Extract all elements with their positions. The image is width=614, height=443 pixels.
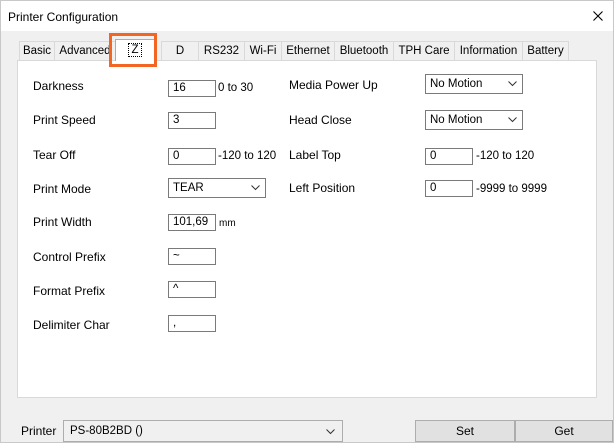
printer-select[interactable]: PS-80B2BD ()	[63, 420, 343, 442]
printer-select-value: PS-80B2BD ()	[70, 425, 143, 437]
close-icon	[593, 11, 603, 21]
head-close-label: Head Close	[289, 113, 352, 127]
tab-z[interactable]: Z	[115, 39, 155, 61]
tab-ethernet[interactable]: Ethernet	[281, 41, 335, 60]
darkness-label: Darkness	[33, 79, 84, 93]
tab-wifi[interactable]: Wi-Fi	[244, 41, 282, 60]
chevron-down-icon	[326, 429, 335, 435]
z-settings-panel: Darkness 16 0 to 30 Print Speed 3 Tear O…	[17, 60, 597, 398]
tab-rs232[interactable]: RS232	[198, 41, 245, 60]
label-top-range-hint: -120 to 120	[476, 150, 535, 162]
tab-bluetooth[interactable]: Bluetooth	[334, 41, 394, 60]
chevron-down-icon	[508, 117, 517, 123]
tab-basic[interactable]: Basic	[19, 41, 55, 60]
tab-d[interactable]: D	[161, 41, 199, 60]
format-prefix-field[interactable]: ^	[168, 281, 216, 298]
window-title: Printer Configuration	[8, 10, 119, 24]
tear-off-field[interactable]: 0	[168, 148, 216, 165]
print-mode-value: TEAR	[173, 182, 204, 194]
close-button[interactable]	[583, 1, 613, 31]
chevron-down-icon	[508, 81, 517, 87]
tab-advanced[interactable]: Advanced	[54, 41, 116, 60]
darkness-field[interactable]: 16	[168, 80, 216, 97]
print-width-unit: mm	[219, 218, 236, 229]
label-top-label: Label Top	[289, 148, 341, 162]
control-prefix-label: Control Prefix	[33, 250, 106, 264]
print-mode-select[interactable]: TEAR	[168, 178, 266, 198]
label-top-field[interactable]: 0	[425, 148, 473, 165]
format-prefix-label: Format Prefix	[33, 284, 106, 298]
tear-off-range-hint: -120 to 120	[218, 150, 277, 162]
left-position-range-hint: -9999 to 9999	[476, 183, 547, 195]
delimiter-char-field[interactable]: ,	[168, 315, 216, 332]
set-button[interactable]: Set	[415, 420, 515, 442]
delimiter-char-label: Delimiter Char	[33, 318, 110, 332]
print-speed-field[interactable]: 3	[168, 112, 216, 129]
left-position-field[interactable]: 0	[425, 180, 473, 197]
chevron-down-icon	[251, 185, 260, 191]
tab-information[interactable]: Information	[454, 41, 523, 60]
title-bar: Printer Configuration	[1, 1, 613, 31]
printer-label: Printer	[21, 424, 57, 438]
tab-battery[interactable]: Battery	[522, 41, 569, 60]
left-position-label: Left Position	[289, 181, 356, 195]
media-power-up-select[interactable]: No Motion	[425, 74, 523, 94]
head-close-value: No Motion	[430, 114, 483, 126]
darkness-range-hint: 0 to 30	[218, 82, 254, 94]
get-button[interactable]: Get	[515, 420, 613, 442]
tab-tph-care[interactable]: TPH Care	[393, 41, 455, 60]
print-mode-label: Print Mode	[33, 182, 92, 196]
control-prefix-field[interactable]: ~	[168, 248, 216, 265]
print-width-field[interactable]: 101,69	[168, 214, 216, 231]
print-speed-label: Print Speed	[33, 113, 96, 127]
media-power-up-value: No Motion	[430, 78, 483, 90]
printer-configuration-window: Printer Configuration Basic Advanced Z D…	[0, 0, 614, 443]
print-width-label: Print Width	[33, 215, 92, 229]
tear-off-label: Tear Off	[33, 148, 76, 162]
head-close-select[interactable]: No Motion	[425, 110, 523, 130]
media-power-up-label: Media Power Up	[289, 78, 378, 92]
